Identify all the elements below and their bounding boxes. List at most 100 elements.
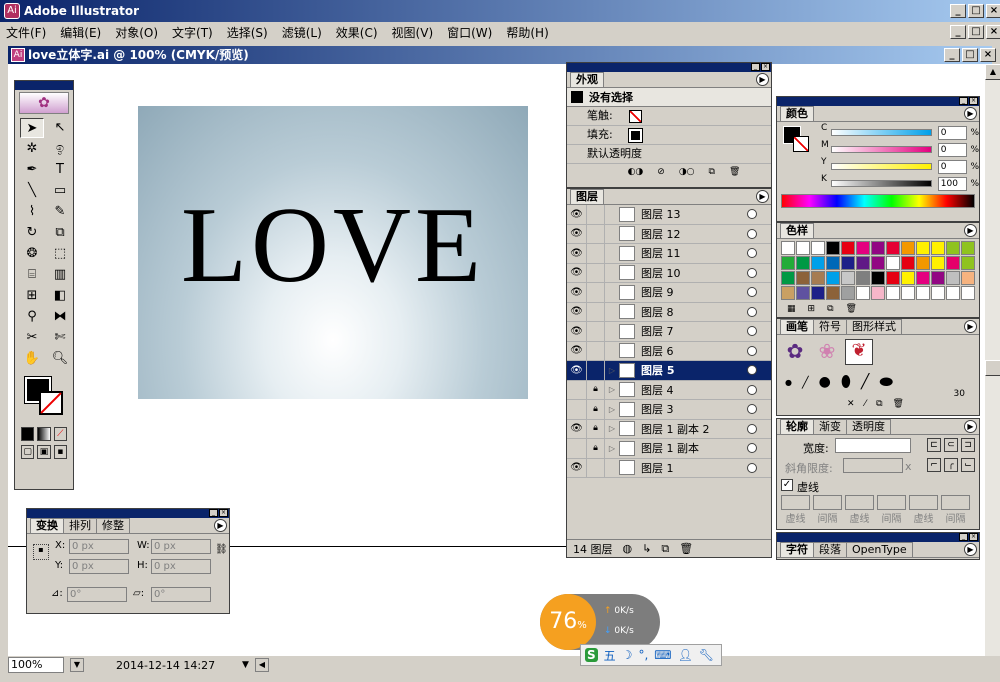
swatch[interactable] xyxy=(916,241,930,255)
swatch[interactable] xyxy=(961,256,975,270)
swatch[interactable] xyxy=(856,256,870,270)
type-tool-icon[interactable]: T xyxy=(48,160,72,180)
visibility-empty-slot[interactable] xyxy=(567,438,587,458)
brush-lotus-icon[interactable]: ❀ xyxy=(813,339,841,365)
zoom-tool-icon[interactable]: 🔍︎ xyxy=(48,349,72,369)
lock-empty-slot[interactable] xyxy=(587,302,605,322)
appearance-panel-titlebar[interactable]: _ × xyxy=(567,63,771,72)
color-panel-titlebar[interactable]: _ × xyxy=(777,97,979,106)
swatch[interactable] xyxy=(871,241,885,255)
panel-menu-icon[interactable]: ▶ xyxy=(964,320,977,333)
app-icon[interactable]: Ai xyxy=(4,3,20,19)
swatch[interactable] xyxy=(781,271,795,285)
symbol-sprayer-tool-icon[interactable]: ⌸ xyxy=(20,265,44,285)
panel-minimize-icon[interactable]: _ xyxy=(209,509,218,517)
swatch[interactable] xyxy=(961,241,975,255)
clear-appearance-icon[interactable]: ⊘ xyxy=(657,167,665,177)
delete-brush-icon[interactable]: 🗑︎ xyxy=(893,399,904,409)
swatch[interactable] xyxy=(886,271,900,285)
tab-appearance[interactable]: 外观 xyxy=(570,72,604,87)
status-menu-icon[interactable]: ▼ xyxy=(242,660,249,670)
menu-edit[interactable]: 编辑(E) xyxy=(60,24,101,41)
transform-panel-titlebar[interactable]: _ × xyxy=(27,509,229,518)
reduce-basic-icon[interactable]: ◑○ xyxy=(679,167,695,177)
panel-close-icon[interactable]: × xyxy=(969,533,978,541)
layer-row[interactable]: 👁︎ 图层 8 xyxy=(567,302,771,322)
visibility-empty-slot[interactable] xyxy=(567,399,587,419)
target-circle-icon[interactable] xyxy=(747,384,757,395)
swatch[interactable] xyxy=(841,256,855,270)
maximize-button[interactable]: □ xyxy=(968,4,984,18)
panel-minimize-icon[interactable]: _ xyxy=(751,63,760,71)
menu-filter[interactable]: 滤镜(L) xyxy=(282,24,322,41)
swatch[interactable] xyxy=(856,271,870,285)
swatch-options-icon[interactable]: ⊞ xyxy=(808,304,816,314)
swatch[interactable] xyxy=(841,286,855,300)
swatch[interactable] xyxy=(901,271,915,285)
constrain-link-icon[interactable]: ⛓ xyxy=(215,544,228,555)
swatch[interactable] xyxy=(931,286,945,300)
swatch[interactable] xyxy=(901,241,915,255)
punctuation-icon[interactable]: °, xyxy=(638,648,648,662)
lock-icon[interactable]: 🔒︎ xyxy=(587,399,605,419)
menu-file[interactable]: 文件(F) xyxy=(6,24,46,41)
panel-minimize-icon[interactable]: _ xyxy=(959,533,968,541)
full-screen-icon[interactable]: ▪ xyxy=(53,445,67,459)
none-mode-icon[interactable]: ⟋ xyxy=(53,427,67,441)
doc-close-button[interactable]: × xyxy=(986,25,1000,39)
wrench-icon[interactable]: 🔧︎ xyxy=(699,648,714,662)
dash-field[interactable] xyxy=(909,495,938,510)
channel-value-field[interactable]: 100 xyxy=(937,176,968,191)
weight-field[interactable] xyxy=(835,438,911,453)
swatch[interactable] xyxy=(931,241,945,255)
tab-graphic-styles[interactable]: 图形样式 xyxy=(846,319,902,334)
expand-triangle-icon[interactable]: ▷ xyxy=(605,366,619,375)
status-scroll-left-icon[interactable]: ◀ xyxy=(254,658,269,672)
menu-object[interactable]: 对象(O) xyxy=(115,24,158,41)
swatch[interactable] xyxy=(871,271,885,285)
document-maximize-button[interactable]: □ xyxy=(962,48,978,62)
slice-tool-icon[interactable]: ✂ xyxy=(20,328,44,348)
mesh-tool-icon[interactable]: ⊞ xyxy=(20,286,44,306)
target-circle-icon[interactable] xyxy=(747,306,757,317)
doc-restore-button[interactable]: □ xyxy=(968,25,984,39)
channel-slider[interactable] xyxy=(831,163,932,170)
document-close-button[interactable]: × xyxy=(980,48,996,62)
tab-layers[interactable]: 图层 xyxy=(570,189,604,204)
swatch[interactable] xyxy=(961,271,975,285)
menu-view[interactable]: 视图(V) xyxy=(392,24,434,41)
tab-stroke[interactable]: 轮廓 xyxy=(780,419,814,434)
dash-field[interactable] xyxy=(845,495,874,510)
lock-empty-slot[interactable] xyxy=(587,204,605,224)
brush-oval-icon[interactable]: ⬮ xyxy=(841,372,851,392)
doc-minimize-button[interactable]: _ xyxy=(950,25,966,39)
swatch[interactable] xyxy=(826,256,840,270)
standard-screen-icon[interactable]: ▢ xyxy=(21,445,35,459)
tab-swatches[interactable]: 色样 xyxy=(780,223,814,238)
panel-menu-icon[interactable]: ▶ xyxy=(756,73,769,86)
close-button[interactable]: × xyxy=(986,4,1000,18)
panel-menu-icon[interactable]: ▶ xyxy=(964,224,977,237)
tab-transform[interactable]: 变换 xyxy=(30,518,64,533)
show-swatch-kinds-icon[interactable]: ▦ xyxy=(787,304,796,314)
brush-ellipse-icon[interactable]: ⬬ xyxy=(879,372,893,392)
eye-icon[interactable]: 👁︎ xyxy=(567,224,587,244)
swatch[interactable] xyxy=(781,256,795,270)
pencil-tool-icon[interactable]: ✎ xyxy=(48,202,72,222)
panel-close-icon[interactable]: × xyxy=(969,97,978,105)
delete-item-icon[interactable]: 🗑︎ xyxy=(729,167,740,177)
tab-opentype[interactable]: OpenType xyxy=(846,542,913,557)
brush-rose-icon[interactable]: ❦ xyxy=(845,339,873,365)
line-tool-icon[interactable]: ╲ xyxy=(20,181,44,201)
swatch[interactable] xyxy=(886,241,900,255)
layer-row[interactable]: 🔒︎ ▷ 图层 4 xyxy=(567,380,771,400)
lock-empty-slot[interactable] xyxy=(587,282,605,302)
swatch[interactable] xyxy=(856,286,870,300)
swatch[interactable] xyxy=(946,271,960,285)
h-field[interactable]: 0 px xyxy=(151,559,211,574)
eye-icon[interactable]: 👁︎ xyxy=(567,341,587,361)
scissors-tool-icon[interactable]: ✄ xyxy=(48,328,72,348)
zoom-dropdown-icon[interactable]: ▼ xyxy=(70,658,84,672)
swatch[interactable] xyxy=(841,271,855,285)
free-transform-tool-icon[interactable]: ⬚ xyxy=(48,244,72,264)
